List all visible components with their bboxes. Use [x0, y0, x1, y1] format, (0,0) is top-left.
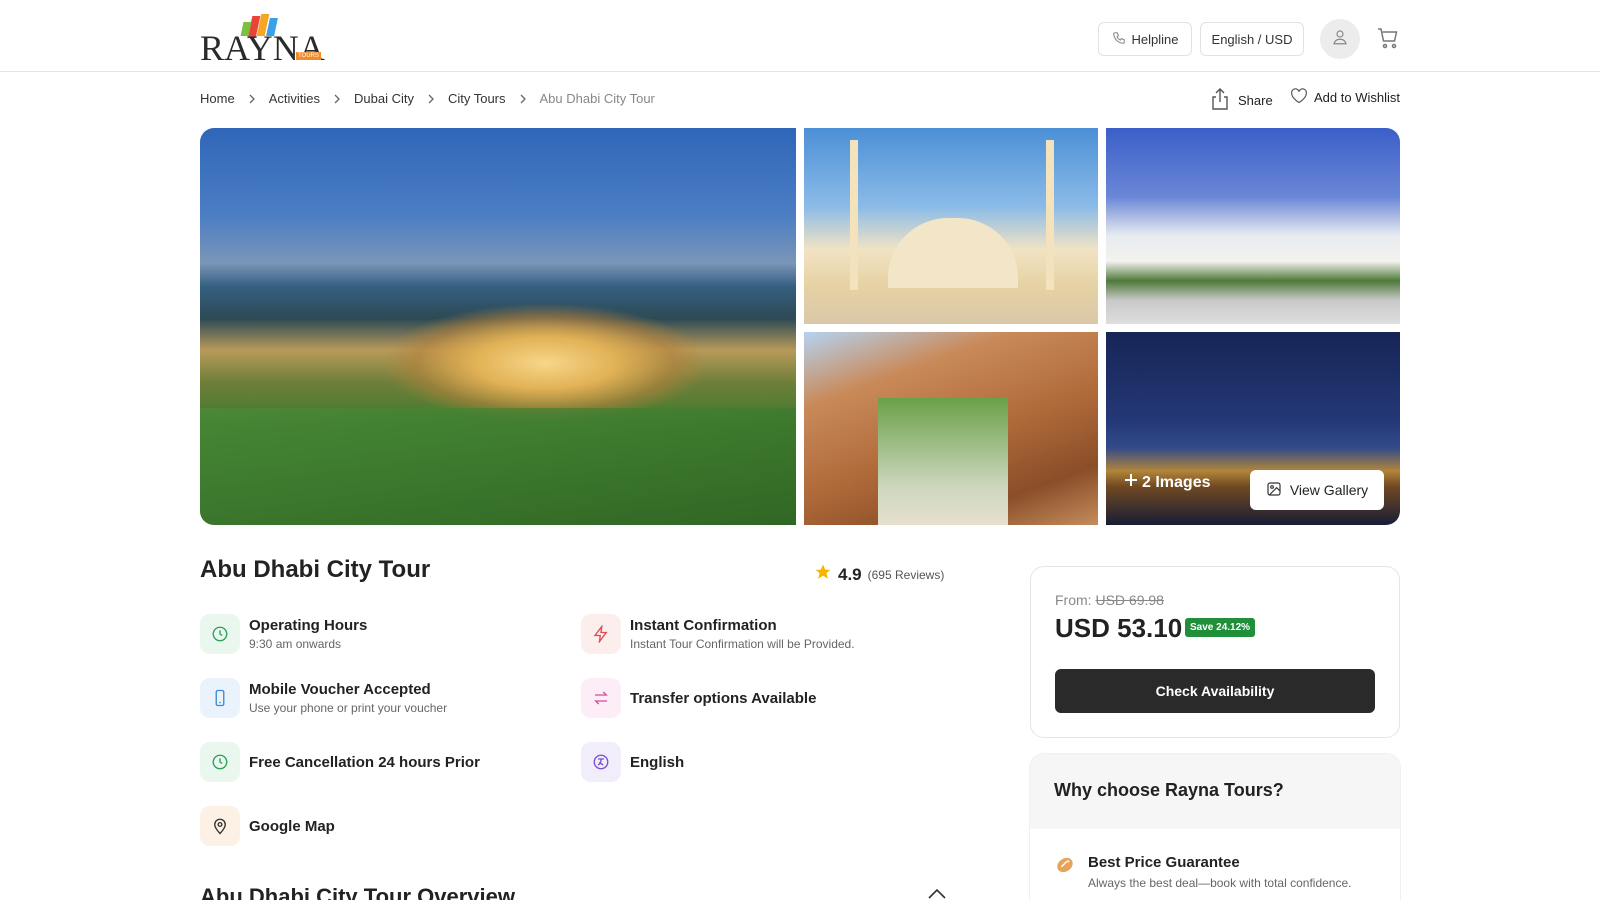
- transfer-icon: [581, 678, 621, 718]
- lightning-icon: [581, 614, 621, 654]
- view-gallery-button[interactable]: View Gallery: [1250, 470, 1384, 510]
- overview-heading[interactable]: Abu Dhabi City Tour Overview: [200, 884, 515, 900]
- why-item-best-price: Best Price Guarantee Always the best dea…: [1054, 854, 1351, 890]
- original-price: USD 69.98: [1095, 592, 1164, 608]
- feature-title: Google Map: [249, 817, 335, 835]
- feature-operating-hours: Operating Hours 9:30 am onwards: [200, 614, 367, 654]
- from-label: From:: [1055, 592, 1092, 608]
- price-card: From: USD 69.98 USD 53.10 Save 24.12% Ch…: [1030, 566, 1400, 738]
- logo-subtext: TOURS: [296, 52, 321, 60]
- share-icon: [1210, 88, 1230, 113]
- cart-icon[interactable]: [1376, 26, 1400, 50]
- mobile-icon: [200, 678, 240, 718]
- review-count[interactable]: (695 Reviews): [868, 568, 945, 582]
- feature-transfer-options: Transfer options Available: [581, 678, 816, 718]
- why-choose-card: Why choose Rayna Tours? Best Price Guara…: [1030, 754, 1400, 900]
- helpline-label: Helpline: [1131, 31, 1179, 47]
- gallery-image-mosque[interactable]: [804, 128, 1098, 324]
- phone-icon: [1112, 31, 1126, 48]
- tour-title: Abu Dhabi City Tour: [200, 556, 431, 583]
- current-price: USD 53.10: [1055, 613, 1183, 643]
- logo-text: RAYNA: [200, 28, 325, 68]
- rayna-logo[interactable]: RAYNA TOURS: [200, 14, 325, 66]
- gallery-main-image[interactable]: [200, 128, 796, 525]
- feature-title: Instant Confirmation: [630, 617, 777, 634]
- share-button[interactable]: Share: [1210, 88, 1273, 113]
- breadcrumb-dubai-city[interactable]: Dubai City: [354, 91, 414, 106]
- map-pin-icon: [200, 806, 240, 846]
- from-price: From: USD 69.98: [1055, 592, 1164, 608]
- chevron-right-icon: [518, 94, 528, 104]
- language-currency-label: English / USD: [1211, 31, 1293, 47]
- chevron-right-icon: [426, 94, 436, 104]
- breadcrumb-city-tours[interactable]: City Tours: [448, 91, 506, 106]
- feature-title: Free Cancellation 24 hours Prior: [249, 753, 480, 771]
- wishlist-label: Add to Wishlist: [1314, 90, 1400, 105]
- feature-mobile-voucher: Mobile Voucher Accepted Use your phone o…: [200, 678, 447, 718]
- why-item-subtitle: Always the best deal—book with total con…: [1088, 876, 1352, 890]
- feature-google-map[interactable]: Google Map: [200, 806, 335, 846]
- feature-subtitle: 9:30 am onwards: [249, 637, 342, 651]
- plus-icon: [1124, 473, 1138, 492]
- user-account-button[interactable]: [1320, 19, 1360, 59]
- gallery-image-heritage-village[interactable]: [804, 332, 1098, 525]
- why-choose-title: Why choose Rayna Tours?: [1054, 780, 1284, 800]
- user-icon: [1331, 28, 1349, 51]
- check-availability-button[interactable]: Check Availability: [1055, 669, 1375, 713]
- language-icon: [581, 742, 621, 782]
- gallery-image-palace[interactable]: [1106, 128, 1400, 324]
- feature-title: Operating Hours: [249, 617, 368, 634]
- chevron-up-icon[interactable]: [928, 886, 946, 900]
- language-currency-button[interactable]: English / USD: [1200, 22, 1304, 56]
- feature-instant-confirmation: Instant Confirmation Instant Tour Confir…: [581, 614, 855, 654]
- feature-subtitle: Instant Tour Confirmation will be Provid…: [630, 637, 855, 651]
- save-badge: Save 24.12%: [1185, 618, 1256, 637]
- clock-icon: [200, 742, 240, 782]
- chevron-right-icon: [332, 94, 342, 104]
- feature-subtitle: Use your phone or print your voucher: [249, 701, 448, 715]
- breadcrumb-activities[interactable]: Activities: [269, 91, 320, 106]
- share-label: Share: [1238, 93, 1273, 108]
- helpline-button[interactable]: Helpline: [1098, 22, 1192, 56]
- heart-icon: [1290, 88, 1308, 107]
- breadcrumb: Home Activities Dubai City City Tours Ab…: [200, 91, 655, 106]
- rating-score: 4.9: [838, 564, 862, 584]
- breadcrumb-current: Abu Dhabi City Tour: [539, 91, 655, 106]
- price-tag-icon: [1054, 854, 1076, 890]
- view-gallery-label: View Gallery: [1289, 482, 1369, 498]
- feature-title: Mobile Voucher Accepted: [249, 681, 431, 698]
- chevron-right-icon: [247, 94, 257, 104]
- feature-language: English: [581, 742, 684, 782]
- feature-title: English: [630, 753, 685, 771]
- breadcrumb-home[interactable]: Home: [200, 91, 235, 106]
- feature-free-cancellation: Free Cancellation 24 hours Prior: [200, 742, 480, 782]
- why-item-title: Best Price Guarantee: [1088, 854, 1240, 871]
- rating-summary[interactable]: 4.9 (695 Reviews): [814, 563, 944, 586]
- why-choose-header: Why choose Rayna Tours?: [1030, 754, 1400, 829]
- more-images-count: 2 Images: [1142, 473, 1211, 491]
- clock-icon: [200, 614, 240, 654]
- feature-title: Transfer options Available: [630, 689, 817, 707]
- add-to-wishlist-button[interactable]: Add to Wishlist: [1290, 88, 1400, 107]
- site-header: RAYNA TOURS Helpline English / USD: [0, 0, 1600, 72]
- more-images-label[interactable]: 2 Images: [1124, 473, 1210, 492]
- image-icon: [1266, 481, 1282, 500]
- star-icon: [814, 563, 832, 586]
- photo-gallery: 2 Images View Gallery: [200, 128, 1400, 525]
